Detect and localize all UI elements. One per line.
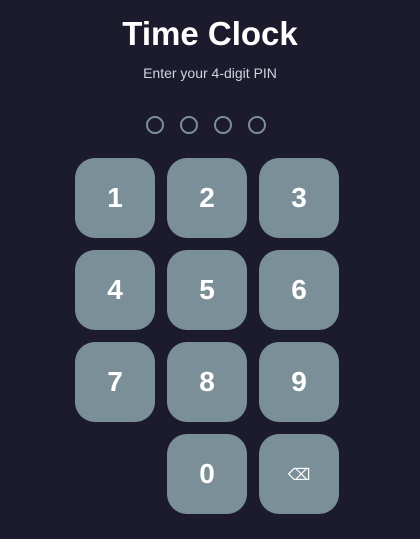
pin-indicator	[146, 116, 276, 134]
pin-dot	[180, 116, 198, 134]
key-2[interactable]: 2	[167, 158, 247, 238]
key-4[interactable]: 4	[75, 250, 155, 330]
page-title: Time Clock	[122, 15, 298, 52]
key-9[interactable]: 9	[259, 342, 339, 422]
key-7[interactable]: 7	[75, 342, 155, 422]
key-8[interactable]: 8	[167, 342, 247, 422]
backspace-icon: ⌫	[287, 464, 311, 484]
pin-instructions: Enter your 4-digit PIN	[143, 65, 277, 81]
backspace-button[interactable]: ⌫	[259, 434, 339, 514]
key-5[interactable]: 5	[167, 250, 247, 330]
pin-dot	[146, 116, 164, 134]
key-6[interactable]: 6	[259, 250, 339, 330]
key-1[interactable]: 1	[75, 158, 155, 238]
pin-dot	[214, 116, 232, 134]
key-3[interactable]: 3	[259, 158, 339, 238]
pin-dot	[248, 116, 266, 134]
key-0[interactable]: 0	[167, 434, 247, 514]
